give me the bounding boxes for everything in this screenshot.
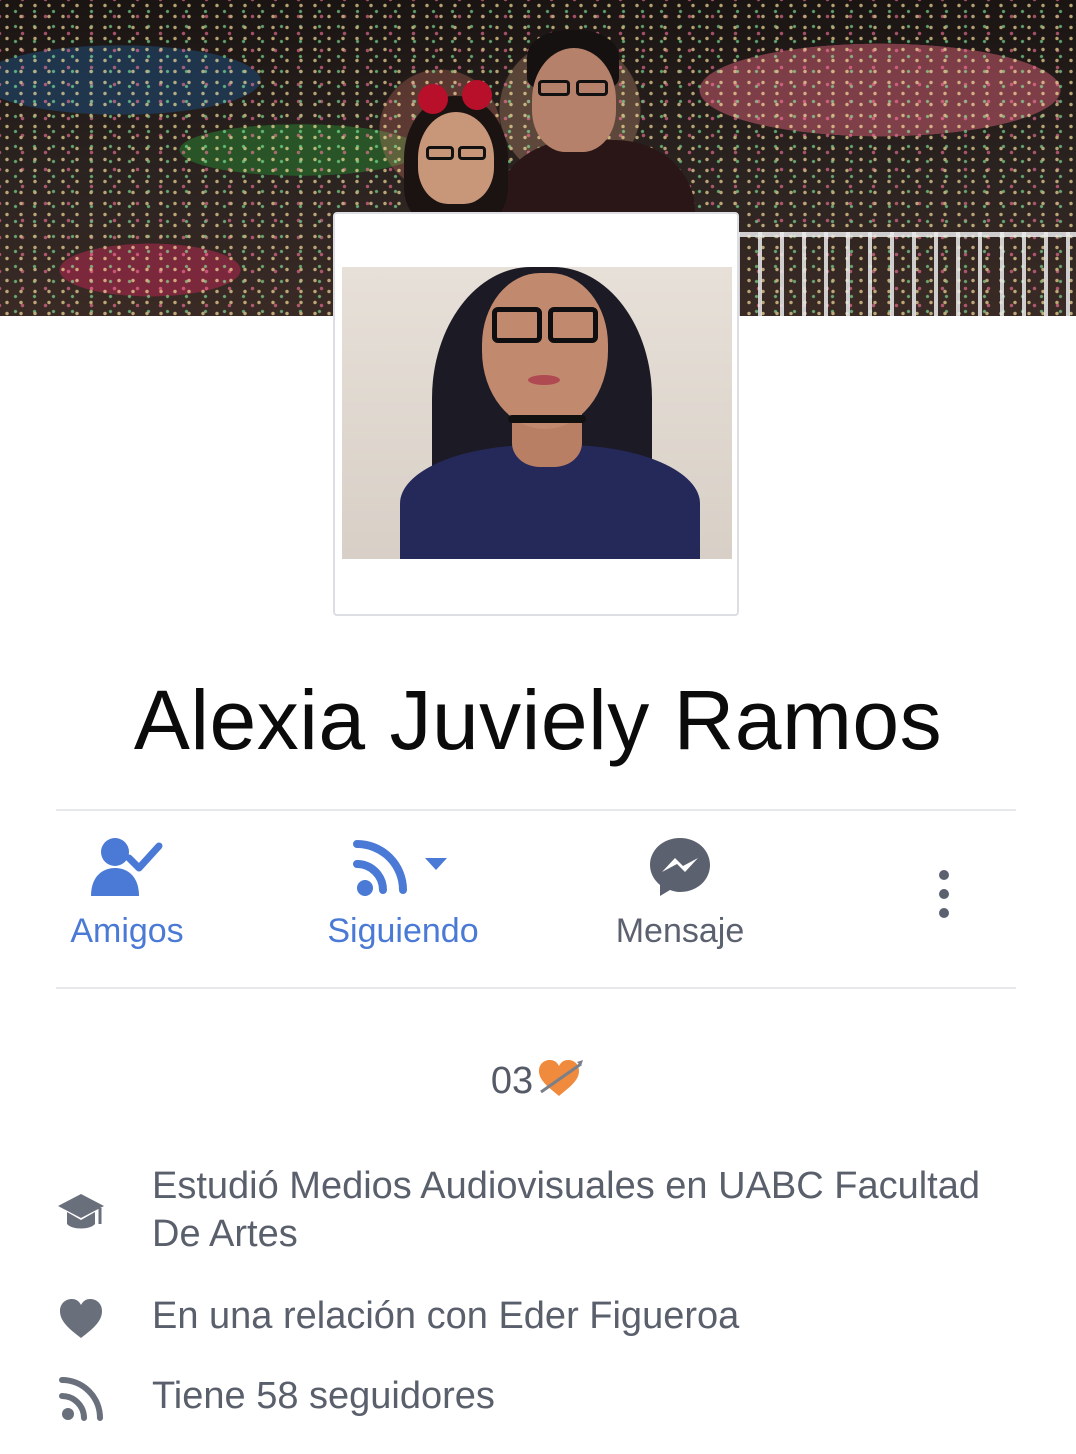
avatar-glasses-right bbox=[548, 307, 598, 343]
profile-name: Alexia Juviely Ramos bbox=[133, 673, 943, 767]
heart-arrow-emoji-icon bbox=[537, 1058, 585, 1108]
rss-follow-icon bbox=[353, 840, 447, 896]
heart-icon bbox=[60, 1299, 102, 1338]
profile-picture bbox=[342, 267, 732, 559]
education-text: Estudió Medios Audiovisuales en UABC Fac… bbox=[152, 1165, 981, 1255]
avatar-glasses-left bbox=[492, 307, 542, 343]
avatar-lips bbox=[528, 375, 560, 385]
rss-icon bbox=[59, 1377, 103, 1421]
profile-page: Alexia Juviely Ramos Amigos Siguiendo Me… bbox=[0, 0, 1076, 1454]
cover-glasses-left bbox=[538, 80, 570, 96]
cover-person-face bbox=[532, 48, 616, 152]
relationship-text: En una relación con Eder Figueroa bbox=[152, 1295, 740, 1337]
bio-text: 03 bbox=[490, 1060, 534, 1103]
avatar-face bbox=[482, 273, 608, 429]
more-vertical-icon[interactable] bbox=[924, 870, 964, 930]
message-button[interactable]: Mensaje bbox=[606, 836, 754, 951]
cover-glasses2-right bbox=[458, 146, 486, 160]
profile-picture-frame[interactable] bbox=[333, 212, 739, 616]
cover-mouse-ear-left bbox=[418, 84, 448, 114]
divider-top bbox=[56, 809, 1016, 811]
cover-fence-decoration bbox=[736, 232, 1076, 316]
divider-bottom bbox=[56, 987, 1016, 989]
bio: 03 bbox=[0, 1058, 1076, 1108]
message-label: Mensaje bbox=[615, 912, 745, 950]
cover-glasses2-left bbox=[426, 146, 454, 160]
graduation-cap-icon bbox=[58, 1194, 104, 1229]
cover-mouse-ear-right bbox=[462, 80, 492, 110]
following-label: Siguiendo bbox=[327, 912, 479, 950]
cover-glasses-right bbox=[576, 80, 608, 96]
following-button[interactable]: Siguiendo bbox=[320, 836, 486, 951]
friends-button[interactable]: Amigos bbox=[56, 836, 198, 951]
friends-check-icon bbox=[91, 838, 163, 896]
friends-label: Amigos bbox=[70, 912, 184, 950]
messenger-icon bbox=[650, 838, 710, 896]
followers-text: Tiene 58 seguidores bbox=[152, 1375, 495, 1417]
cover-person2-face bbox=[418, 112, 494, 204]
avatar-choker bbox=[508, 415, 586, 423]
